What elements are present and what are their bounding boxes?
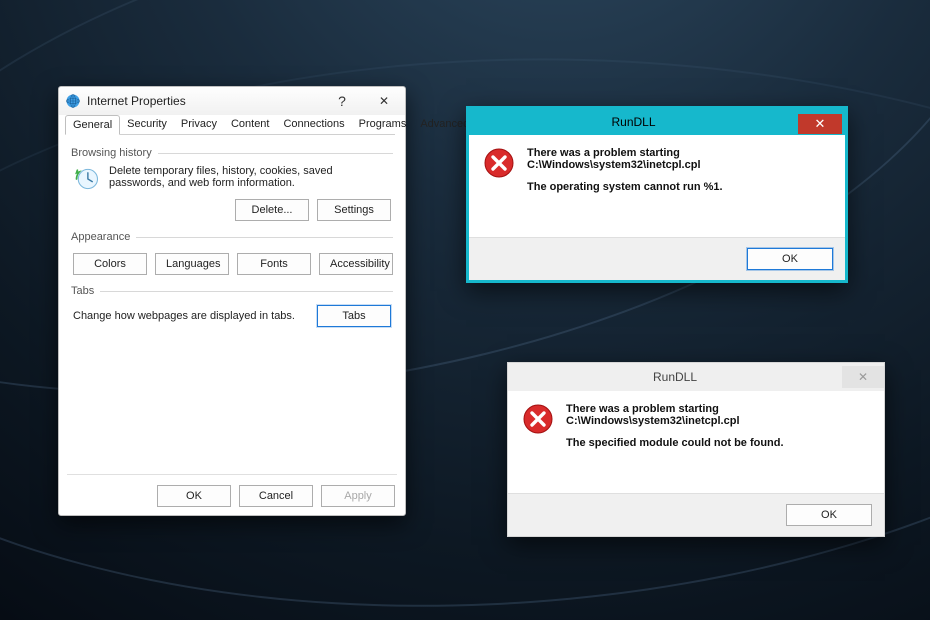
rundll-error-dialog-2: RunDLL ✕ There was a problem starting C:… <box>507 362 885 537</box>
group-header: Appearance <box>71 231 130 243</box>
titlebar[interactable]: Internet Properties ? ✕ <box>59 87 405 115</box>
tabs-description: Change how webpages are displayed in tab… <box>73 310 295 322</box>
settings-button[interactable]: Settings <box>317 199 391 221</box>
group-browsing-history: Browsing history Delete temporary files,… <box>71 147 393 221</box>
error-line-2: The operating system cannot run %1. <box>527 181 831 193</box>
tab-privacy[interactable]: Privacy <box>174 115 224 134</box>
group-header: Browsing history <box>71 147 152 159</box>
fonts-button[interactable]: Fonts <box>237 253 311 275</box>
dialog-footer: OK Cancel Apply <box>157 485 395 507</box>
tabs-button[interactable]: Tabs <box>317 305 391 327</box>
window-title: RunDLL <box>469 115 798 129</box>
history-icon <box>73 165 101 193</box>
dialog-footer: OK <box>469 237 845 280</box>
error-icon <box>483 147 515 179</box>
error-line-1: There was a problem starting C:\Windows\… <box>566 403 870 427</box>
accessibility-button[interactable]: Accessibility <box>319 253 393 275</box>
error-line-1: There was a problem starting C:\Windows\… <box>527 147 831 171</box>
tab-content[interactable]: Content <box>224 115 277 134</box>
tab-connections[interactable]: Connections <box>276 115 351 134</box>
delete-button[interactable]: Delete... <box>235 199 309 221</box>
tab-programs[interactable]: Programs <box>352 115 414 134</box>
group-appearance: Appearance Colors Languages Fonts Access… <box>71 231 393 275</box>
group-header: Tabs <box>71 285 94 297</box>
rundll-error-dialog-1: RunDLL ✕ There was a problem starting C:… <box>466 106 848 283</box>
error-icon <box>522 403 554 435</box>
internet-properties-window: Internet Properties ? ✕ GeneralSecurityP… <box>58 86 406 516</box>
close-button[interactable]: ✕ <box>363 90 405 112</box>
group-tabs: Tabs Change how webpages are displayed i… <box>71 285 393 327</box>
apply-button[interactable]: Apply <box>321 485 395 507</box>
footer-separator <box>67 474 397 475</box>
help-button[interactable]: ? <box>321 90 363 112</box>
tab-security[interactable]: Security <box>120 115 174 134</box>
cancel-button[interactable]: Cancel <box>239 485 313 507</box>
error-message: There was a problem starting C:\Windows\… <box>527 147 831 193</box>
ok-button[interactable]: OK <box>747 248 833 270</box>
titlebar[interactable]: RunDLL ✕ <box>469 109 845 135</box>
languages-button[interactable]: Languages <box>155 253 229 275</box>
window-title: Internet Properties <box>87 94 321 108</box>
close-button[interactable]: ✕ <box>798 114 842 134</box>
dialog-footer: OK <box>508 493 884 536</box>
colors-button[interactable]: Colors <box>73 253 147 275</box>
dialog-body: Browsing history Delete temporary files,… <box>69 134 395 469</box>
dialog-body: There was a problem starting C:\Windows\… <box>508 391 884 493</box>
internet-options-icon <box>65 93 81 109</box>
dialog-body: There was a problem starting C:\Windows\… <box>469 135 845 237</box>
tab-strip: GeneralSecurityPrivacyContentConnections… <box>59 115 405 134</box>
ok-button[interactable]: OK <box>786 504 872 526</box>
window-title: RunDLL <box>508 370 842 384</box>
error-message: There was a problem starting C:\Windows\… <box>566 403 870 449</box>
titlebar[interactable]: RunDLL ✕ <box>508 363 884 391</box>
error-line-2: The specified module could not be found. <box>566 437 870 449</box>
tab-general[interactable]: General <box>65 115 120 135</box>
browsing-history-description: Delete temporary files, history, cookies… <box>109 165 391 189</box>
close-button[interactable]: ✕ <box>842 366 884 388</box>
ok-button[interactable]: OK <box>157 485 231 507</box>
